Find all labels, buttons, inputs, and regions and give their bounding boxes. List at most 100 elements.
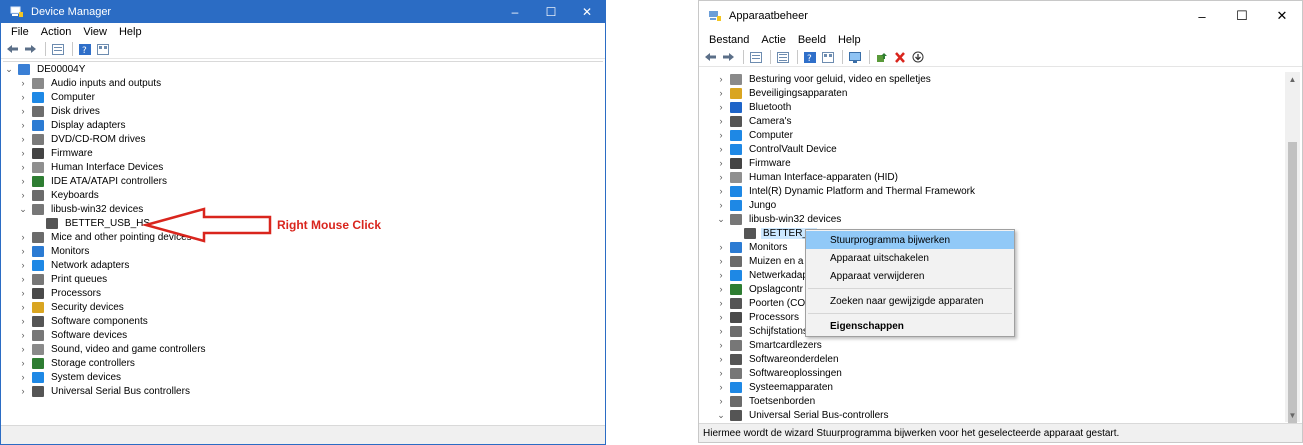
chevron-right-icon[interactable]: › [715, 270, 727, 280]
chevron-right-icon[interactable]: › [715, 74, 727, 84]
chevron-right-icon[interactable]: › [715, 144, 727, 154]
tree-category-item[interactable]: › Computer [3, 90, 603, 104]
tree-category-item[interactable]: › Print queues [3, 272, 603, 286]
chevron-right-icon[interactable]: › [715, 88, 727, 98]
chevron-right-icon[interactable]: › [715, 284, 727, 294]
list-view-icon[interactable] [775, 51, 790, 64]
chevron-right-icon[interactable]: › [715, 200, 727, 210]
uninstall-icon[interactable] [892, 51, 907, 64]
chevron-down-icon[interactable]: ⌄ [715, 214, 727, 225]
tree-category-item[interactable]: › Besturing voor geluid, video en spellet… [701, 72, 1300, 86]
context-menu-item[interactable]: Apparaat uitschakelen [806, 249, 1014, 267]
chevron-right-icon[interactable]: › [715, 298, 727, 308]
chevron-right-icon[interactable]: › [17, 344, 29, 354]
tree-category-item[interactable]: › Keyboards [3, 188, 603, 202]
tree-category-item[interactable]: › Sound, video and game controllers [3, 342, 603, 356]
scrollbar-thumb[interactable] [1288, 142, 1297, 427]
chevron-right-icon[interactable]: › [17, 120, 29, 130]
menu-action[interactable]: Action [35, 26, 78, 38]
tree-category-item[interactable]: › Audio inputs and outputs [3, 76, 603, 90]
tree-category-item[interactable]: › Human Interface-apparaten (HID) [701, 170, 1300, 184]
tree-category-item[interactable]: › Software components [3, 314, 603, 328]
chevron-right-icon[interactable]: › [17, 302, 29, 312]
chevron-right-icon[interactable]: › [715, 396, 727, 406]
chevron-right-icon[interactable]: › [17, 316, 29, 326]
context-menu-item[interactable]: Apparaat verwijderen [806, 267, 1014, 285]
tree-category-item[interactable]: › Firmware [701, 156, 1300, 170]
chevron-right-icon[interactable]: › [17, 162, 29, 172]
chevron-right-icon[interactable]: › [17, 134, 29, 144]
chevron-right-icon[interactable]: › [715, 382, 727, 392]
minimize-button[interactable]: – [497, 1, 533, 23]
chevron-right-icon[interactable]: › [17, 190, 29, 200]
tree-category-item[interactable]: › Software devices [3, 328, 603, 342]
chevron-right-icon[interactable]: › [17, 92, 29, 102]
context-menu-item[interactable]: Zoeken naar gewijzigde apparaten [806, 292, 1014, 310]
chevron-right-icon[interactable]: › [17, 176, 29, 186]
tree-category-item[interactable]: › Security devices [3, 300, 603, 314]
chevron-right-icon[interactable]: › [17, 330, 29, 340]
tree-category-item[interactable]: ⌄ libusb-win32 devices [701, 212, 1300, 226]
chevron-right-icon[interactable]: › [715, 354, 727, 364]
menu-view[interactable]: View [77, 26, 113, 38]
chevron-right-icon[interactable]: › [715, 130, 727, 140]
chevron-right-icon[interactable]: › [17, 386, 29, 396]
tree-category-item[interactable]: › ControlVault Device [701, 142, 1300, 156]
tree-category-item[interactable]: › Toetsenborden [701, 394, 1300, 408]
context-menu-item[interactable]: Stuurprogramma bijwerken [806, 231, 1014, 249]
properties-icon[interactable] [748, 51, 763, 64]
title-bar[interactable]: Apparaatbeheer – ☐ ✕ [699, 1, 1302, 31]
chevron-right-icon[interactable]: › [715, 242, 727, 252]
menu-help[interactable]: Help [113, 26, 148, 38]
chevron-right-icon[interactable]: › [715, 340, 727, 350]
properties-icon[interactable] [50, 43, 65, 56]
menu-help[interactable]: Help [832, 34, 867, 46]
tree-category-item[interactable]: › DVD/CD-ROM drives [3, 132, 603, 146]
tree-root[interactable]: ⌄ DE00004Y [3, 62, 603, 76]
chevron-right-icon[interactable]: › [715, 102, 727, 112]
maximize-button[interactable]: ☐ [1222, 1, 1262, 31]
chevron-right-icon[interactable]: › [17, 372, 29, 382]
chevron-right-icon[interactable]: › [715, 158, 727, 168]
tree-category-item[interactable]: ⌄ Universal Serial Bus-controllers [701, 408, 1300, 422]
tree-category-item[interactable]: › Monitors [3, 244, 603, 258]
tree-category-item[interactable]: › Smartcardlezers [701, 338, 1300, 352]
tree-category-item[interactable]: › Storage controllers [3, 356, 603, 370]
tree-category-item[interactable]: › Network adapters [3, 258, 603, 272]
tree-category-item[interactable]: › Softwareonderdelen [701, 352, 1300, 366]
view-icon[interactable] [95, 43, 110, 56]
chevron-right-icon[interactable]: › [17, 246, 29, 256]
scroll-down-icon[interactable]: ▼ [1285, 408, 1300, 422]
tree-category-item[interactable]: › Systeemapparaten [701, 380, 1300, 394]
download-icon[interactable] [910, 51, 925, 64]
tree-category-item[interactable]: › Display adapters [3, 118, 603, 132]
scroll-up-icon[interactable]: ▲ [1285, 72, 1300, 86]
tree-category-item[interactable]: › Disk drives [3, 104, 603, 118]
tree-category-item[interactable]: › IDE ATA/ATAPI controllers [3, 174, 603, 188]
tree-category-item[interactable]: › Universal Serial Bus controllers [3, 384, 603, 398]
monitor-scan-icon[interactable] [847, 51, 862, 64]
tree-category-item[interactable]: › Bluetooth [701, 100, 1300, 114]
chevron-right-icon[interactable]: › [17, 358, 29, 368]
vertical-scrollbar[interactable]: ▲ ▼ [1285, 72, 1300, 427]
forward-icon[interactable] [721, 51, 736, 64]
help-icon[interactable]: ? [77, 43, 92, 56]
chevron-right-icon[interactable]: › [715, 116, 727, 126]
chevron-right-icon[interactable]: › [17, 232, 29, 242]
tree-category-item[interactable]: › Computer [701, 128, 1300, 142]
chevron-right-icon[interactable]: › [715, 172, 727, 182]
chevron-right-icon[interactable]: › [715, 312, 727, 322]
menu-actie[interactable]: Actie [755, 34, 791, 46]
chevron-right-icon[interactable]: › [715, 326, 727, 336]
tree-category-item[interactable]: › Jungo [701, 198, 1300, 212]
chevron-right-icon[interactable]: › [17, 78, 29, 88]
maximize-button[interactable]: ☐ [533, 1, 569, 23]
tree-category-item[interactable]: › Human Interface Devices [3, 160, 603, 174]
chevron-right-icon[interactable]: › [17, 288, 29, 298]
forward-icon[interactable] [23, 43, 38, 56]
chevron-down-icon[interactable]: ⌄ [715, 410, 727, 421]
chevron-right-icon[interactable]: › [715, 186, 727, 196]
chevron-down-icon[interactable]: ⌄ [3, 64, 15, 75]
chevron-right-icon[interactable]: › [17, 260, 29, 270]
chevron-right-icon[interactable]: › [715, 368, 727, 378]
